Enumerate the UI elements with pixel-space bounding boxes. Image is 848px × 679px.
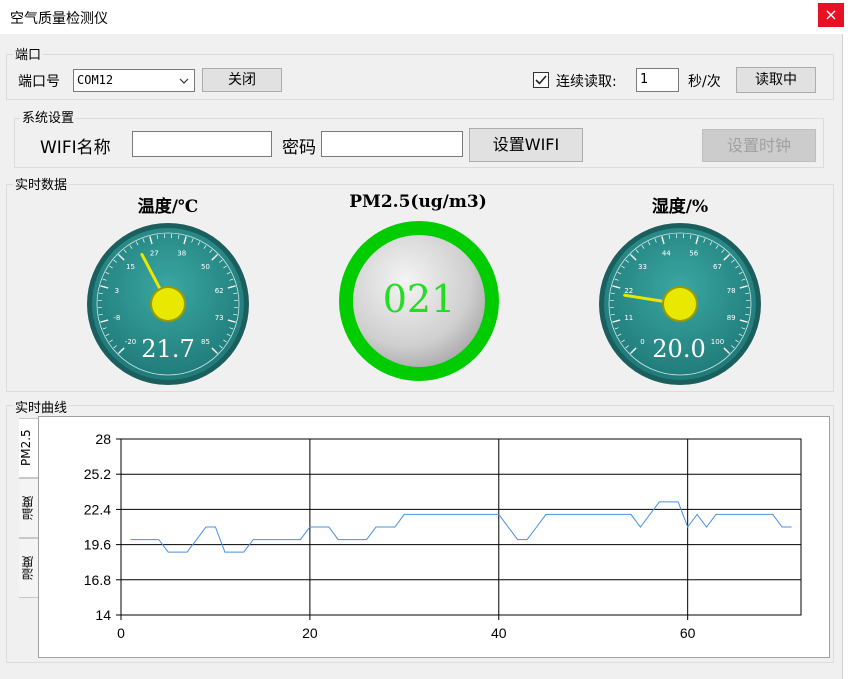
password-label: 密码 <box>282 138 316 158</box>
plot-area <box>120 438 802 616</box>
window-edge <box>842 34 848 679</box>
continuous-read-label: 连续读取: <box>556 74 617 90</box>
y-tick-label: 25.2 <box>84 466 111 482</box>
temperature-gauge-tick-label: 15 <box>126 263 135 271</box>
y-tick-label: 22.4 <box>84 501 111 517</box>
temperature-gauge-tick-label: 50 <box>201 263 210 271</box>
humidity-value: 20.0 <box>652 335 706 363</box>
temperature-gauge-tick-label: 62 <box>215 287 224 295</box>
humidity-gauge-tick-label: 33 <box>638 263 647 271</box>
password-input[interactable] <box>321 131 463 157</box>
realtime-group-label: 实时数据 <box>13 174 70 193</box>
chart-panel: 28 25.2 22.4 19.6 16.8 14 0 20 40 60 <box>38 416 830 658</box>
close-icon[interactable]: × <box>818 3 844 27</box>
temperature-gauge-tick-label: 3 <box>115 287 119 295</box>
port-select[interactable]: COM12 <box>73 69 195 92</box>
close-port-button[interactable]: 关闭 <box>202 68 282 92</box>
system-group-label: 系统设置 <box>20 107 77 126</box>
realtime-line-chart: 28 25.2 22.4 19.6 16.8 14 0 20 40 60 <box>84 431 802 641</box>
set-wifi-button[interactable]: 设置WIFI <box>469 128 583 162</box>
humidity-gauge-tick-label: 22 <box>624 287 633 295</box>
port-label: 端口号 <box>18 74 60 90</box>
port-group-label: 端口 <box>13 44 44 63</box>
temperature-gauge-tick-label: 27 <box>150 249 159 257</box>
temperature-value: 21.7 <box>141 335 195 363</box>
temperature-gauge-tick-label: 73 <box>215 314 224 322</box>
y-tick-label: 19.6 <box>84 537 111 553</box>
set-clock-button[interactable]: 设置时钟 <box>702 129 816 162</box>
read-button[interactable]: 读取中 <box>736 67 816 93</box>
humidity-gauge-tick-label: 44 <box>662 249 671 257</box>
x-tick-label: 60 <box>680 625 696 641</box>
title-bar: 空气质量检测仪 × <box>0 0 848 34</box>
humidity-gauge-tick-label: 56 <box>689 249 698 257</box>
temperature-gauge-tick-label: 38 <box>177 249 186 257</box>
checkmark-icon <box>535 75 547 85</box>
humidity-gauge-tick-label: 11 <box>624 314 633 322</box>
x-tick-label: 40 <box>491 625 507 641</box>
temperature-gauge-tick-label: -8 <box>113 314 120 322</box>
client-area: 端口 端口号 COM12 关闭 连续读取: 1 秒/次 读取中 系统设置 WIF… <box>0 34 842 679</box>
pm25-title: PM2.5(ug/m3) <box>349 192 487 212</box>
tab-pm25[interactable]: PM2.5 <box>19 418 40 478</box>
interval-value: 1 <box>640 72 649 87</box>
temperature-title: 温度/℃ <box>137 197 199 217</box>
y-tick-label: 14 <box>95 607 111 623</box>
x-tick-label: 20 <box>302 625 318 641</box>
window-title: 空气质量检测仪 <box>10 11 108 27</box>
temperature-gauge-tick-label: 85 <box>201 338 210 346</box>
continuous-read-checkbox[interactable] <box>533 72 549 88</box>
wifi-name-input[interactable] <box>132 131 272 157</box>
tab-humidity[interactable]: 湿度 <box>19 538 40 598</box>
humidity-gauge-hub <box>664 288 696 320</box>
humidity-title: 湿度/% <box>651 197 709 217</box>
port-select-value: COM12 <box>77 73 114 87</box>
curve-group-label: 实时曲线 <box>13 397 70 416</box>
interval-input[interactable]: 1 <box>636 68 679 92</box>
wifi-name-label: WIFI名称 <box>40 138 111 158</box>
y-tick-label: 16.8 <box>84 572 111 588</box>
x-tick-label: 0 <box>117 625 125 641</box>
humidity-gauge-tick-label: 67 <box>713 263 722 271</box>
y-tick-label: 28 <box>95 431 111 447</box>
temperature-gauge-tick-label: -20 <box>125 338 136 346</box>
humidity-gauge-tick-label: 100 <box>711 338 724 346</box>
humidity-gauge-tick-label: 89 <box>727 314 736 322</box>
temperature-gauge-hub <box>152 288 184 320</box>
pm25-value: 021 <box>382 277 456 321</box>
chevron-down-icon <box>179 78 189 84</box>
humidity-gauge-tick-label: 78 <box>727 287 736 295</box>
interval-unit: 秒/次 <box>688 74 721 90</box>
humidity-gauge-tick-label: 0 <box>640 338 644 346</box>
tab-temperature[interactable]: 温度 <box>19 478 40 538</box>
